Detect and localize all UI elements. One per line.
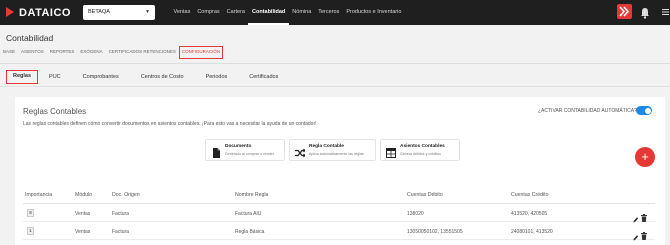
header-doc-origen[interactable]: Doc. Origen: [112, 192, 140, 198]
asientos-contables-card[interactable]: Asientos Contables Genera débitos y créd…: [380, 139, 460, 161]
nav-compras[interactable]: Compras: [194, 0, 223, 25]
tab-periodos[interactable]: Periodos: [195, 70, 239, 84]
pencil-icon[interactable]: [633, 210, 639, 223]
cell-credito: 24080101, 413520: [511, 229, 553, 235]
kebab-menu-icon[interactable]: [660, 6, 670, 18]
asientos-contables-title: Asientos Contables: [400, 144, 445, 149]
documento-subtitle: Generado al comprar o vender: [225, 152, 274, 156]
cell-nombre: Factura AIU: [235, 211, 262, 217]
cell-origen: Factura: [112, 211, 129, 217]
header-modulo[interactable]: Módulo: [75, 192, 92, 198]
auto-accounting-label: ¿ACTIVAR CONTABILIDAD AUTOMÁTICA?: [538, 108, 637, 114]
regla-contable-title: Regla Contable: [309, 144, 344, 149]
page-title: Contabilidad: [6, 33, 54, 43]
subnav-exogena[interactable]: EXÓGENA: [77, 45, 105, 59]
company-selector[interactable]: BETAQA ▼: [83, 5, 155, 20]
header-divider: [0, 63, 670, 64]
importancia-badge: 8: [27, 209, 34, 217]
cell-credito: 413520, 420505: [511, 211, 548, 217]
shuffle-icon: [295, 145, 306, 158]
company-name: BETAQA: [88, 9, 110, 15]
nav-nomina[interactable]: Nómina: [289, 0, 315, 25]
regla-contable-subtitle: Aplica automáticamente las reglas: [309, 152, 364, 156]
ledger-icon: [386, 145, 396, 158]
mouse-cursor-icon: [355, 240, 361, 245]
nav-cartera[interactable]: Cartera: [223, 0, 248, 25]
header-nombre-regla[interactable]: Nombre Regla: [235, 192, 268, 198]
header-importancia[interactable]: Importancia: [25, 192, 52, 198]
logo-mark-icon: [6, 7, 15, 18]
table-row[interactable]: 8 Ventas Factura Factura AIU 138020 4135…: [23, 205, 655, 223]
nav-productos[interactable]: Productos e Inventario: [343, 0, 405, 25]
chevron-down-icon: ▼: [145, 9, 150, 15]
tab-comprobantes[interactable]: Comprobantes: [72, 70, 130, 84]
bell-icon[interactable]: [640, 6, 650, 19]
cell-modulo: Ventas: [75, 229, 91, 235]
cell-debito: 13050050102, 13551505: [407, 229, 463, 235]
nav-contabilidad[interactable]: Contabilidad: [248, 0, 289, 25]
table-header: Importancia Módulo Doc. Origen Nombre Re…: [23, 187, 655, 204]
tabs-divider: [0, 86, 670, 87]
tab-puc[interactable]: PUC: [38, 70, 72, 84]
tab-reglas[interactable]: Reglas: [6, 70, 39, 84]
pencil-icon[interactable]: [633, 228, 639, 241]
cell-nombre: Regla Básica: [235, 229, 265, 235]
section-title: Reglas Contables: [23, 107, 87, 116]
trash-icon[interactable]: [641, 227, 647, 240]
subnav-configuracion[interactable]: CONFIGURACIÓN: [178, 46, 224, 59]
cell-origen: Factura: [112, 229, 129, 235]
section-description: Las reglas contables definen cómo conver…: [23, 121, 317, 127]
document-icon: [211, 145, 221, 158]
auto-accounting-toggle[interactable]: [636, 106, 652, 115]
documento-card[interactable]: Documento Generado al comprar o vender: [205, 139, 285, 161]
rules-card: Reglas Contables Las reglas contables de…: [15, 97, 665, 245]
asientos-contables-subtitle: Genera débitos y créditos: [400, 152, 441, 156]
tab-centros-de-costo[interactable]: Centros de Costo: [130, 70, 195, 84]
cell-modulo: Ventas: [75, 211, 91, 217]
tab-certificados[interactable]: Certificados: [238, 70, 289, 84]
cell-debito: 138020: [407, 211, 424, 217]
plus-icon: +: [641, 149, 649, 164]
nav-terceros[interactable]: Terceros: [315, 0, 343, 25]
importancia-badge: 1: [27, 227, 34, 235]
logo-text: DATAICO: [19, 6, 71, 19]
subnav-asientos[interactable]: ASIENTOS: [18, 45, 47, 59]
top-navbar: DATAICO BETAQA ▼ Ventas Compras Cartera …: [0, 0, 670, 25]
subnav-reportes[interactable]: REPORTES: [47, 45, 78, 59]
table-row[interactable]: 1 Ventas Factura Regla Básica 1305005010…: [23, 223, 655, 241]
dataico-logo[interactable]: DATAICO: [6, 5, 71, 20]
header-cuentas-credito[interactable]: Cuentas Crédito: [511, 192, 549, 198]
trash-icon[interactable]: [641, 209, 647, 222]
documento-title: Documento: [225, 144, 252, 149]
sub-nav: BASE ASIENTOS REPORTES EXÓGENA CERTIFICA…: [0, 45, 224, 59]
chevrons-right-icon[interactable]: [617, 4, 632, 19]
add-rule-button[interactable]: +: [635, 147, 655, 167]
main-nav: Ventas Compras Cartera Contabilidad Nómi…: [170, 0, 405, 25]
regla-contable-card[interactable]: Regla Contable Aplica automáticamente la…: [289, 139, 376, 161]
subnav-certificados-retenciones[interactable]: CERTIFICADOS RETENCIONES: [106, 45, 179, 59]
config-tabs: Reglas PUC Comprobantes Centros de Costo…: [0, 70, 289, 84]
header-cuentas-debito[interactable]: Cuentas Débito: [407, 192, 443, 198]
nav-ventas[interactable]: Ventas: [170, 0, 194, 25]
subnav-base[interactable]: BASE: [0, 45, 18, 59]
